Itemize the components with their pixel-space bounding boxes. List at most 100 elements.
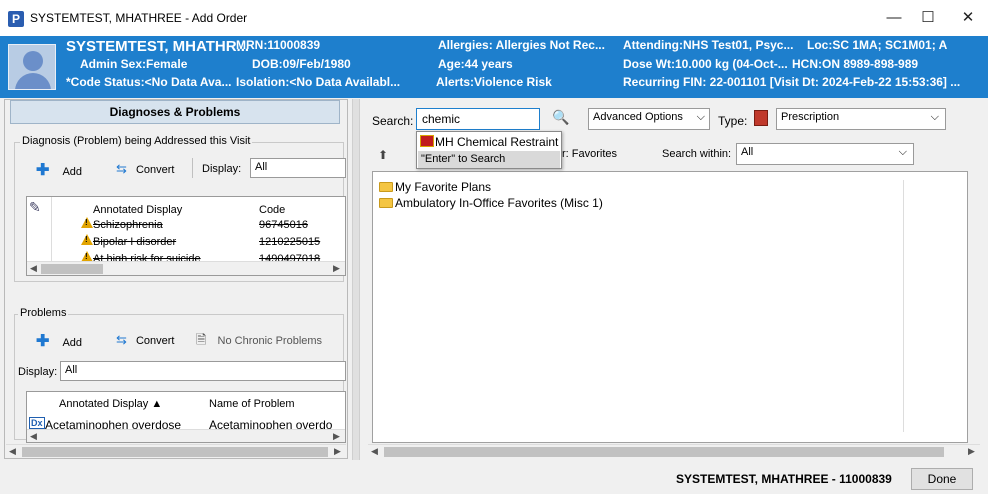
- folder-item[interactable]: My Favorite Plans: [379, 180, 491, 194]
- maximize-button[interactable]: ☐: [912, 6, 944, 30]
- order-set-icon: [420, 135, 434, 147]
- convert-label: Convert: [135, 335, 175, 347]
- app-icon: P: [8, 11, 24, 27]
- folder-item[interactable]: Ambulatory In-Office Favorites (Misc 1): [379, 196, 603, 210]
- search-suggestions: MH Chemical Restraint "Enter" to Search: [416, 131, 562, 169]
- done-button[interactable]: Done: [911, 468, 973, 490]
- scroll-thumb[interactable]: [384, 447, 944, 457]
- folder-up-icon[interactable]: ⬆: [378, 148, 388, 162]
- display-label: Display:: [202, 163, 242, 175]
- suggestion-label: "Enter" to Search: [421, 153, 506, 165]
- annotate-icon[interactable]: ✎: [29, 199, 41, 216]
- favorites-label: r: Favorites: [562, 148, 618, 160]
- no-chronic-problems-button[interactable]: 🗎 No Chronic Problems: [196, 331, 322, 353]
- col-annotated-display-sort[interactable]: Annotated Display ▲: [59, 398, 162, 410]
- folder-label: My Favorite Plans: [395, 180, 492, 194]
- search-icon[interactable]: 🔍: [552, 109, 569, 126]
- plus-icon: ✚: [36, 333, 50, 350]
- left-panel-hscroll[interactable]: ◀ ▶: [6, 444, 346, 458]
- chevron-down-icon: ⌵: [696, 111, 705, 123]
- diagnosis-group-label: Diagnosis (Problem) being Addressed this…: [20, 135, 253, 147]
- col-name-of-problem[interactable]: Name of Problem: [209, 398, 295, 410]
- problems-grid: Annotated Display ▲ Name of Problem Dx A…: [26, 391, 346, 443]
- search-within-label: Search within:: [662, 148, 732, 160]
- folder-list: My Favorite Plans Ambulatory In-Office F…: [372, 171, 968, 443]
- chevron-down-icon: ⌵: [930, 111, 939, 123]
- problems-display-select[interactable]: All: [60, 361, 346, 381]
- mrn: MRN:11000839: [236, 38, 321, 52]
- panel-header: Diagnoses & Problems: [10, 100, 340, 124]
- diagnosis-code: 1210225015: [259, 236, 321, 248]
- alerts[interactable]: Alerts:Violence Risk: [436, 75, 552, 89]
- search-label: Search:: [372, 114, 414, 128]
- type-value: Prescription: [781, 111, 840, 123]
- display-select[interactable]: All: [250, 158, 346, 178]
- diagnosis-hscroll[interactable]: ◀ ▶: [27, 261, 345, 275]
- warning-icon: [81, 217, 93, 228]
- window-title: SYSTEMTEST, MHATHREE - Add Order: [30, 11, 248, 25]
- dob: DOB:09/Feb/1980: [252, 57, 351, 71]
- advanced-options-dropdown[interactable]: Advanced Options ⌵: [588, 108, 710, 130]
- prescription-icon: [754, 110, 768, 126]
- footer-patient-id: SYSTEMTEST, MHATHREE - 11000839: [676, 472, 892, 486]
- add-label: Add: [62, 337, 83, 349]
- no-chronic-label: No Chronic Problems: [217, 335, 323, 347]
- diagnosis-name[interactable]: Schizophrenia: [93, 219, 163, 231]
- chevron-down-icon: ⌵: [898, 146, 907, 158]
- diagnosis-code: 96745016: [259, 219, 308, 231]
- display-value: All: [255, 161, 268, 173]
- problems-hscroll[interactable]: ◀ ▶: [27, 429, 345, 442]
- suggestion-item[interactable]: MH Chemical Restraint: [418, 133, 560, 151]
- problems-display-value: All: [65, 364, 78, 376]
- isolation[interactable]: Isolation:<No Data Availabl...: [236, 75, 400, 89]
- age: Age:44 years: [438, 57, 513, 71]
- col-annotated-display[interactable]: Annotated Display: [93, 204, 182, 216]
- close-button[interactable]: ✕: [952, 6, 984, 30]
- convert-label: Convert: [135, 164, 175, 176]
- type-label: Type:: [718, 114, 748, 128]
- folder-icon: [379, 198, 393, 208]
- panel-splitter[interactable]: [352, 99, 360, 461]
- plus-icon: ✚: [36, 162, 50, 179]
- convert-icon: ⇆: [116, 332, 127, 347]
- folder-label: Ambulatory In-Office Favorites (Misc 1): [395, 196, 603, 210]
- type-select[interactable]: Prescription ⌵: [776, 108, 946, 130]
- scroll-thumb[interactable]: [41, 264, 103, 274]
- problems-display-label: Display:: [18, 366, 58, 378]
- diagnosis-grid: ✎ Annotated Display Code Schizophrenia 9…: [26, 196, 346, 276]
- add-diagnosis-button[interactable]: ✚ Add: [36, 160, 82, 180]
- search-within-select[interactable]: All ⌵: [736, 143, 914, 165]
- patient-name[interactable]: SYSTEMTEST, MHATHR...: [66, 38, 249, 55]
- problems-label: Problems: [18, 307, 69, 319]
- suggestion-label: MH Chemical Restraint: [435, 135, 559, 149]
- folder-icon: [379, 182, 393, 192]
- convert-icon: ⇆: [116, 161, 127, 176]
- enter-to-search-item[interactable]: "Enter" to Search: [418, 151, 560, 168]
- recurring-fin[interactable]: Recurring FIN: 22-001101 [Visit Dt: 2024…: [623, 75, 960, 89]
- add-problem-button[interactable]: ✚ Add: [36, 331, 82, 351]
- scroll-thumb[interactable]: [22, 447, 328, 457]
- admin-sex: Admin Sex:Female: [80, 57, 188, 71]
- allergies[interactable]: Allergies: Allergies Not Rec...: [438, 38, 605, 52]
- dx-badge-icon: Dx: [29, 417, 45, 429]
- code-status[interactable]: *Code Status:<No Data Ava...: [66, 75, 231, 89]
- search-within-value: All: [741, 146, 754, 158]
- minimize-button[interactable]: —: [878, 6, 910, 30]
- patient-banner: SYSTEMTEST, MHATHR... Admin Sex:Female *…: [0, 36, 988, 98]
- advanced-options-label: Advanced Options: [593, 111, 683, 123]
- document-icon: 🗎: [196, 332, 207, 347]
- hcn: HCN:ON 8989-898-989: [792, 57, 919, 71]
- diagnosis-name[interactable]: Bipolar I disorder: [93, 236, 176, 248]
- add-label: Add: [62, 166, 83, 178]
- warning-icon: [81, 234, 93, 245]
- search-input[interactable]: chemic: [416, 108, 540, 130]
- attending[interactable]: Attending:NHS Test01, Psyc...: [623, 38, 793, 52]
- col-code[interactable]: Code: [259, 204, 285, 216]
- search-value: chemic: [422, 112, 461, 126]
- convert-diagnosis-button[interactable]: ⇆ Convert: [116, 161, 175, 177]
- convert-problem-button[interactable]: ⇆ Convert: [116, 332, 175, 348]
- location: Loc:SC 1MA; SC1M01; A: [807, 38, 948, 52]
- avatar: [8, 44, 56, 90]
- right-hscroll[interactable]: ◀ ▶: [368, 444, 980, 458]
- dose-weight[interactable]: Dose Wt:10.000 kg (04-Oct-...: [623, 57, 788, 71]
